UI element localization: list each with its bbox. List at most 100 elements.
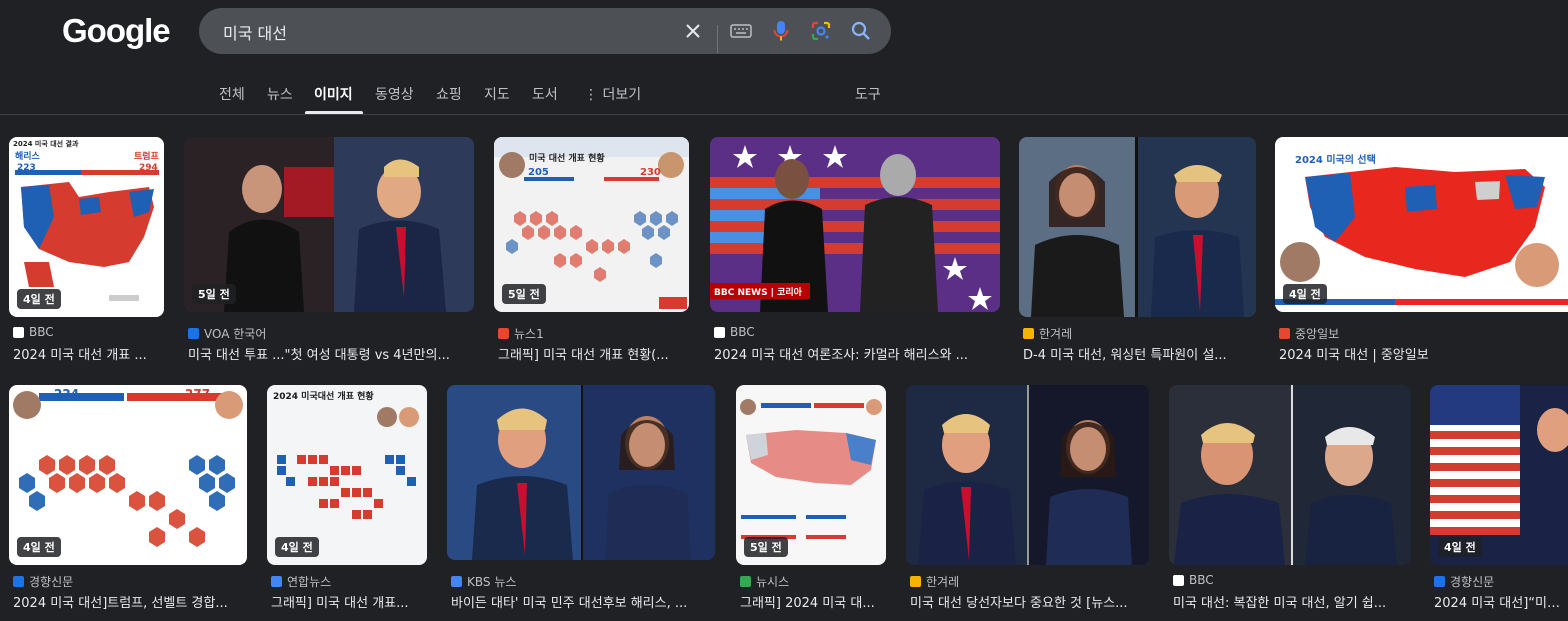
search-box[interactable] [199, 8, 891, 56]
tab-images[interactable]: 이미지 [314, 84, 353, 104]
result-thumbnail[interactable]: 2024 미국의 선택 4일 전 [1275, 137, 1568, 312]
result-source[interactable]: BBC [13, 325, 54, 339]
result-thumbnail[interactable] [1169, 385, 1411, 565]
favicon-icon [740, 576, 751, 587]
lens-icon[interactable] [809, 19, 833, 43]
time-badge: 4일 전 [17, 289, 61, 309]
image-result[interactable]: 2024 미국 대선 결과 해리스 트럼프 223 294 4일 전 BBC 2… [9, 137, 165, 363]
image-result[interactable]: 미국 대선 개표 현황 205 230 5일 전 뉴스1 그래픽] 미국 대선 … [494, 137, 690, 363]
result-title[interactable]: 그래픽] 2024 미국 대... [740, 592, 886, 611]
thumb-left-num: 224 [54, 387, 80, 401]
result-thumbnail[interactable]: 5일 전 [736, 385, 886, 565]
tab-maps[interactable]: 지도 [484, 84, 510, 104]
favicon-icon [1023, 328, 1034, 339]
result-thumbnail[interactable]: 4일 전 [1430, 385, 1568, 565]
favicon-icon [451, 576, 462, 587]
result-thumbnail[interactable]: 2024 미국대선 개표 현황 4일 전 [267, 385, 427, 565]
thumb-caption: 2024 미국 대선 결과 [13, 140, 79, 148]
result-thumbnail[interactable]: 224 277 4일 전 [9, 385, 247, 565]
result-title[interactable]: 2024 미국 대선 | 중앙일보 [1279, 344, 1567, 363]
search-icon[interactable] [849, 19, 873, 43]
image-result[interactable]: 2024 미국의 선택 4일 전 중앙일보 2024 미국 대선 | 중앙일보 [1275, 137, 1568, 363]
time-badge: 4일 전 [275, 537, 319, 557]
result-title[interactable]: 2024 미국 대선 개표 ... [13, 344, 163, 363]
clear-icon[interactable] [681, 19, 705, 43]
image-result[interactable]: 5일 전 VOA 한국어 미국 대선 투표 ..."첫 여성 대통령 vs 4년… [184, 137, 476, 363]
result-source[interactable]: KBS 뉴스 [451, 573, 516, 590]
favicon-icon [1173, 574, 1184, 586]
time-badge: 5일 전 [744, 537, 788, 557]
result-source[interactable]: 한겨레 [910, 573, 959, 590]
result-source[interactable]: 연합뉴스 [271, 573, 331, 590]
thumb-right-num: 277 [185, 387, 211, 401]
result-title[interactable]: 그래픽] 미국 대선 개표 현황(... [498, 344, 688, 363]
time-badge: 5일 전 [502, 284, 546, 304]
result-thumbnail[interactable] [447, 385, 715, 560]
time-badge: 5일 전 [192, 284, 236, 304]
thumb-left-name: 해리스 [15, 152, 40, 162]
favicon-icon [13, 326, 24, 338]
image-result[interactable]: BBC NEWS | 코리아 BBC 2024 미국 대선 여론조사: 카멀라 … [710, 137, 1002, 363]
favicon-icon [188, 328, 199, 339]
time-badge: 4일 전 [1438, 537, 1482, 557]
result-title[interactable]: 미국 대선 투표 ..."첫 여성 대통령 vs 4년만의... [188, 344, 476, 363]
result-title[interactable]: D-4 미국 대선, 워싱턴 특파원이 설... [1023, 344, 1255, 363]
result-source[interactable]: BBC [1173, 573, 1214, 587]
result-source[interactable]: 중앙일보 [1279, 325, 1339, 342]
result-source[interactable]: 뉴스1 [498, 325, 544, 342]
header-divider [0, 114, 1568, 115]
image-result[interactable]: 2024 미국대선 개표 현황 4일 전 연합뉴스 그래픽] 미국 대선 개표.… [267, 385, 429, 621]
tab-videos[interactable]: 동영상 [375, 84, 414, 104]
favicon-icon [910, 576, 921, 587]
keyboard-icon[interactable] [729, 19, 753, 43]
result-source[interactable]: 뉴시스 [740, 573, 789, 590]
image-result[interactable]: 224 277 4일 전 경향신문 2024 미국 대선]트럼프, 선벨트 경합… [9, 385, 249, 621]
result-title[interactable]: 미국 대선: 복잡한 미국 대선, 알기 쉽... [1173, 592, 1413, 611]
time-badge: 4일 전 [1283, 284, 1327, 304]
time-badge: 4일 전 [17, 537, 61, 557]
result-title[interactable]: 2024 미국 대선]“미국의... [1434, 592, 1568, 611]
tab-books[interactable]: 도서 [532, 84, 558, 104]
tools-button[interactable]: 도구 [855, 84, 881, 104]
search-tabs: 전체 뉴스 이미지 동영상 쇼핑 지도 도서 ⋮ 더보기 도구 [0, 80, 1568, 114]
result-thumbnail[interactable]: 2024 미국 대선 결과 해리스 트럼프 223 294 4일 전 [9, 137, 164, 317]
image-result[interactable]: 5일 전 뉴시스 그래픽] 2024 미국 대... [736, 385, 888, 621]
thumb-caption: BBC NEWS | 코리아 [714, 288, 802, 298]
result-thumbnail[interactable]: BBC NEWS | 코리아 [710, 137, 1000, 312]
result-source[interactable]: 경향신문 [13, 573, 73, 590]
thumb-caption: 2024 미국의 선택 [1295, 155, 1376, 166]
tab-shopping[interactable]: 쇼핑 [436, 84, 462, 104]
favicon-icon [271, 576, 282, 587]
result-source[interactable]: 경향신문 [1434, 573, 1494, 590]
result-title[interactable]: 2024 미국 대선]트럼프, 선벨트 경합... [13, 592, 249, 611]
favicon-icon [1434, 576, 1445, 587]
tab-all[interactable]: 전체 [219, 84, 245, 104]
image-result[interactable]: 4일 전 경향신문 2024 미국 대선]“미국의... [1430, 385, 1568, 621]
result-thumbnail[interactable] [906, 385, 1149, 565]
result-thumbnail[interactable]: 5일 전 [184, 137, 474, 312]
result-source[interactable]: BBC [714, 325, 755, 339]
tab-more[interactable]: ⋮ 더보기 [584, 84, 641, 104]
image-result[interactable]: BBC 미국 대선: 복잡한 미국 대선, 알기 쉽... [1169, 385, 1413, 621]
result-title[interactable]: 2024 미국 대선 여론조사: 카멀라 해리스와 ... [714, 344, 1002, 363]
thumb-caption: 미국 대선 개표 현황 [529, 154, 605, 164]
image-result[interactable]: 한겨레 미국 대선 당선자보다 중요한 것 [뉴스... [906, 385, 1151, 621]
result-source[interactable]: VOA 한국어 [188, 325, 266, 342]
google-logo[interactable]: Google [62, 12, 171, 50]
search-input[interactable] [221, 8, 665, 56]
thumb-left-num: 205 [528, 167, 549, 178]
image-result[interactable]: 한겨레 D-4 미국 대선, 워싱턴 특파원이 설... [1019, 137, 1257, 363]
result-source[interactable]: 한겨레 [1023, 325, 1072, 342]
mic-icon[interactable] [769, 19, 793, 43]
result-title[interactable]: 미국 대선 당선자보다 중요한 것 [뉴스... [910, 592, 1150, 611]
thumb-right-num: 230 [640, 167, 661, 178]
result-title[interactable]: 그래픽] 미국 대선 개표... [271, 592, 429, 611]
result-thumbnail[interactable]: 미국 대선 개표 현황 205 230 5일 전 [494, 137, 689, 312]
result-thumbnail[interactable] [1019, 137, 1256, 317]
thumb-right-num: 294 [139, 163, 158, 173]
result-title[interactable]: 바이든 대타' 미국 민주 대선후보 해리스, ... [451, 592, 717, 611]
favicon-icon [714, 326, 725, 338]
image-result[interactable]: KBS 뉴스 바이든 대타' 미국 민주 대선후보 해리스, ... [447, 385, 717, 621]
favicon-icon [1279, 328, 1290, 339]
tab-news[interactable]: 뉴스 [267, 84, 293, 104]
